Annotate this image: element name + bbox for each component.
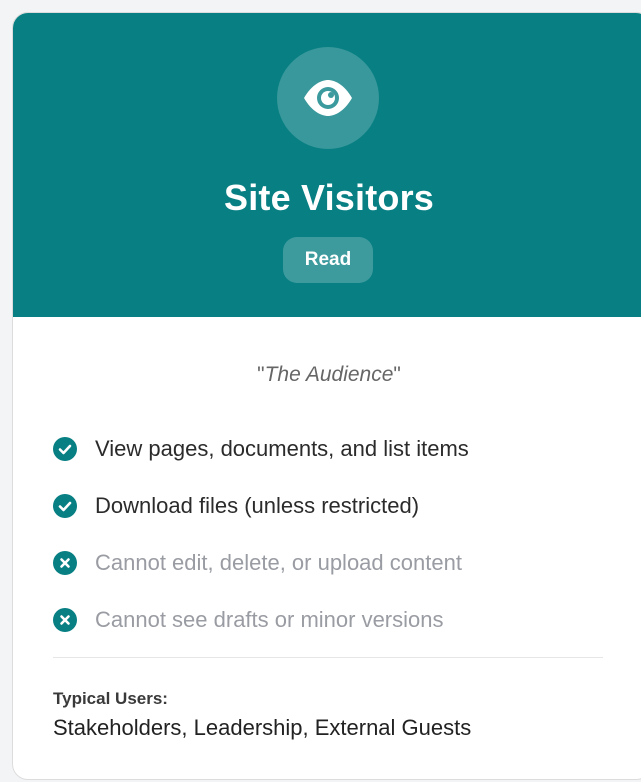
card-title: Site Visitors xyxy=(223,177,435,218)
permission-item: View pages, documents, and list items xyxy=(53,429,613,486)
permission-text: Download files (unless restricted) xyxy=(95,493,420,518)
permission-item: Cannot edit, delete, or upload content xyxy=(53,543,613,600)
subtitle-text: The Audience xyxy=(264,363,394,386)
x-circle-icon xyxy=(53,608,77,632)
x-circle-icon xyxy=(53,551,77,575)
permission-item: Cannot see drafts or minor versions xyxy=(53,600,613,657)
card-subtitle: "The Audience" xyxy=(13,363,641,387)
permission-text: View pages, documents, and list items xyxy=(95,436,469,461)
permission-item: Download files (unless restricted) xyxy=(53,486,613,543)
check-circle-icon xyxy=(53,494,77,518)
permission-text: Cannot see drafts or minor versions xyxy=(95,607,444,632)
card-header: Site Visitors Read xyxy=(13,13,641,317)
close-quote: " xyxy=(393,363,401,386)
check-circle-icon xyxy=(53,437,77,461)
icon-badge xyxy=(277,47,379,149)
role-card: Site Visitors Read "The Audience" View p… xyxy=(12,12,641,780)
typical-users-label: Typical Users: xyxy=(53,689,168,708)
typical-users-value: Stakeholders, Leadership, External Guest… xyxy=(53,715,472,740)
section-divider xyxy=(53,657,603,658)
permission-list: View pages, documents, and list items Do… xyxy=(53,429,613,657)
permission-text: Cannot edit, delete, or upload content xyxy=(95,550,462,575)
eye-icon xyxy=(304,80,352,116)
permission-level-badge: Read xyxy=(283,237,373,283)
open-quote: " xyxy=(257,363,265,386)
